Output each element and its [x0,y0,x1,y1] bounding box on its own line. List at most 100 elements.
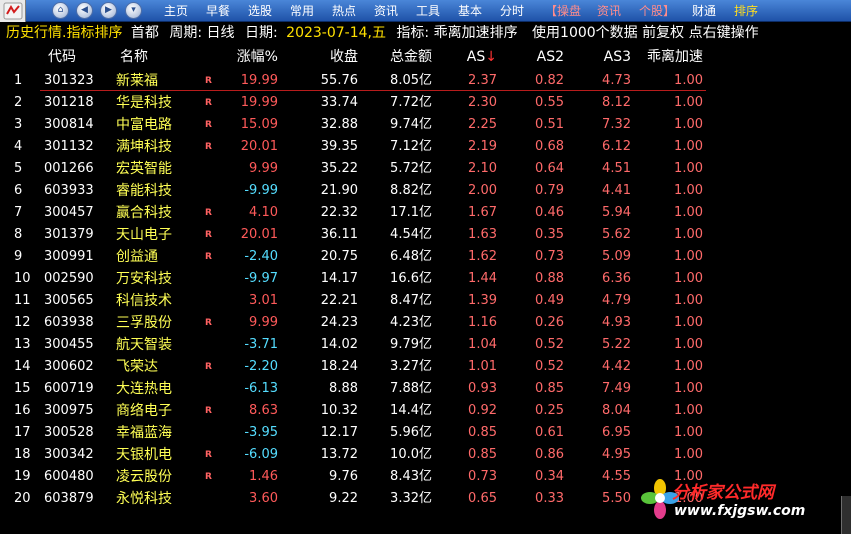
as3-value: 5.50 [602,491,631,506]
menu-item-intraday[interactable]: 分时 [500,3,524,19]
table-row[interactable]: 4 301132 满坤科技 R 20.01 39.35 7.12亿 2.19 0.68 6.12 1… [0,136,720,158]
stock-code: 603879 [44,491,94,506]
table-row[interactable]: 15 600719 大连热电 -6.13 8.88 7.88亿 0.93 0.85 7.49 1.… [0,378,720,400]
col-header-deviation-accel[interactable]: 乖离加速 [640,46,703,68]
menu-item-news[interactable]: 资讯 [374,3,398,19]
col-header-name[interactable]: 名称 [120,46,210,68]
trade-amount: 10.0亿 [390,447,432,462]
trade-amount: 14.4亿 [390,403,432,418]
deviation-accel-value: 1.00 [674,403,703,418]
deviation-accel-value: 1.00 [674,271,703,286]
table-row[interactable]: 8 301379 天山电子 R 20.01 36.11 4.54亿 1.63 0.35 5.62 1… [0,224,720,246]
table-row[interactable]: 19 600480 凌云股份 R 1.46 9.76 8.43亿 0.73 0.34 4.55 1.… [0,466,720,488]
as-value: 0.65 [468,491,497,506]
stock-name: 睿能科技 [116,183,172,199]
row-index: 17 [14,425,31,440]
menu-item-fundamentals[interactable]: 基本 [458,3,482,19]
table-row[interactable]: 20 603879 永悦科技 3.60 9.22 3.32亿 0.65 0.33 5.50 1.0… [0,488,720,510]
table-row[interactable]: 12 603938 三孚股份 R 9.99 24.23 4.23亿 1.16 0.26 4.93 1… [0,312,720,334]
scrollbar-corner[interactable] [841,496,851,534]
deviation-accel-value: 1.00 [674,183,703,198]
change-percent: 15.09 [240,117,278,132]
change-percent: -3.95 [244,425,278,440]
trade-amount: 4.54亿 [390,227,432,242]
deviation-accel-value: 1.00 [674,425,703,440]
as-value: 1.39 [468,293,497,308]
table-row[interactable]: 16 300975 商络电子 R 8.63 10.32 14.4亿 0.92 0.25 8.04 1… [0,400,720,422]
table-row[interactable]: 5 001266 宏英智能 9.99 35.22 5.72亿 2.10 0.64 4.51 1.0… [0,158,720,180]
margin-flag: R [205,362,212,372]
as3-value: 4.95 [602,447,631,462]
col-header-as[interactable]: AS↓ [448,46,497,68]
table-row[interactable]: 13 300455 航天智装 -3.71 14.02 9.79亿 1.04 0.52 5.22 1… [0,334,720,356]
as3-value: 6.12 [602,139,631,154]
as-value: 0.73 [468,469,497,484]
as3-value: 4.51 [602,161,631,176]
back-arrow-icon[interactable]: ◀ [76,2,93,19]
col-header-close[interactable]: 收盘 [300,46,358,68]
deviation-accel-value: 1.00 [674,293,703,308]
row-index: 3 [14,117,23,132]
stock-name: 华是科技 [116,95,172,111]
table-row[interactable]: 17 300528 幸福蓝海 -3.95 12.17 5.96亿 0.85 0.61 6.95 1… [0,422,720,444]
col-header-code[interactable]: 代码 [48,46,108,68]
stock-name: 创益通 [116,249,158,265]
margin-flag: R [205,208,212,218]
menu-item-stock-picker[interactable]: 选股 [248,3,272,19]
expand-down-icon[interactable]: ▾ [125,2,142,19]
table-row[interactable]: 14 300602 飞荣达 R -2.20 18.24 3.27亿 1.01 0.52 4.42 1… [0,356,720,378]
watermark: 分析家公式网 www.fxjgsw.com [640,474,850,534]
menu-item-trading[interactable]: 【操盘 [545,3,581,19]
app-logo-icon[interactable] [0,0,26,22]
col-header-as3[interactable]: AS3 [584,46,631,68]
table-row[interactable]: 10 002590 万安科技 -9.97 14.17 16.6亿 1.44 0.88 6.36 1… [0,268,720,290]
table-row[interactable]: 1 301323 新莱福 R 19.99 55.76 8.05亿 2.37 0.82 4.73 1.… [0,70,720,92]
home-nav-icon[interactable]: ⌂ [52,2,69,19]
stock-name: 宏英智能 [116,161,172,177]
change-percent: -6.09 [244,447,278,462]
col-header-amount[interactable]: 总金额 [368,46,432,68]
stock-name: 永悦科技 [116,491,172,507]
close-price: 36.11 [320,227,358,242]
menu-item-common[interactable]: 常用 [290,3,314,19]
table-row[interactable]: 9 300991 创益通 R -2.40 20.75 6.48亿 1.62 0.73 5.09 1.… [0,246,720,268]
as-value: 0.85 [468,425,497,440]
menu-item-tools[interactable]: 工具 [416,3,440,19]
sort-desc-arrow-icon: ↓ [485,49,497,65]
trade-amount: 7.88亿 [390,381,432,396]
menu-item-home[interactable]: 主页 [164,3,188,19]
table-row[interactable]: 18 300342 天银机电 R -6.09 13.72 10.0亿 0.85 0.86 4.95… [0,444,720,466]
trade-amount: 8.82亿 [390,183,432,198]
table-row[interactable]: 2 301218 华是科技 R 19.99 33.74 7.72亿 2.30 0.55 8.12 1… [0,92,720,114]
menu-item-single-stock[interactable]: 个股】 [639,3,675,19]
col-header-change[interactable]: 涨幅% [226,46,278,68]
change-percent: 8.63 [249,403,278,418]
stock-code: 300814 [44,117,94,132]
change-percent: 19.99 [240,73,278,88]
menu-item-info[interactable]: 资讯 [597,3,621,19]
table-row[interactable]: 6 603933 睿能科技 -9.99 21.90 8.82亿 2.00 0.79 4.41 1.… [0,180,720,202]
stock-code: 300602 [44,359,94,374]
col-header-as2[interactable]: AS2 [516,46,564,68]
deviation-accel-value: 1.00 [674,139,703,154]
as2-value: 0.46 [535,205,564,220]
table-row[interactable]: 3 300814 中富电路 R 15.09 32.88 9.74亿 2.25 0.51 7.32 1… [0,114,720,136]
table-row[interactable]: 7 300457 赢合科技 R 4.10 22.32 17.1亿 1.67 0.46 5.94 1.… [0,202,720,224]
stock-name: 满坤科技 [116,139,172,155]
stock-name: 天山电子 [116,227,172,243]
menu-item-sort[interactable]: 排序 [734,3,758,19]
trade-amount: 9.79亿 [390,337,432,352]
forward-arrow-icon[interactable]: ▶ [100,2,117,19]
row-index: 1 [14,73,23,88]
close-price: 18.24 [320,359,358,374]
change-percent: 9.99 [249,315,278,330]
margin-flag: R [205,230,212,240]
menu-item-broker[interactable]: 财通 [692,3,716,19]
deviation-accel-value: 1.00 [674,205,703,220]
margin-flag: R [205,406,212,416]
menu-item-hotspot[interactable]: 热点 [332,3,356,19]
trade-amount: 7.12亿 [390,139,432,154]
table-row[interactable]: 11 300565 科信技术 3.01 22.21 8.47亿 1.39 0.49 4.79 1.… [0,290,720,312]
menu-item-breakfast[interactable]: 早餐 [206,3,230,19]
as3-value: 7.49 [602,381,631,396]
